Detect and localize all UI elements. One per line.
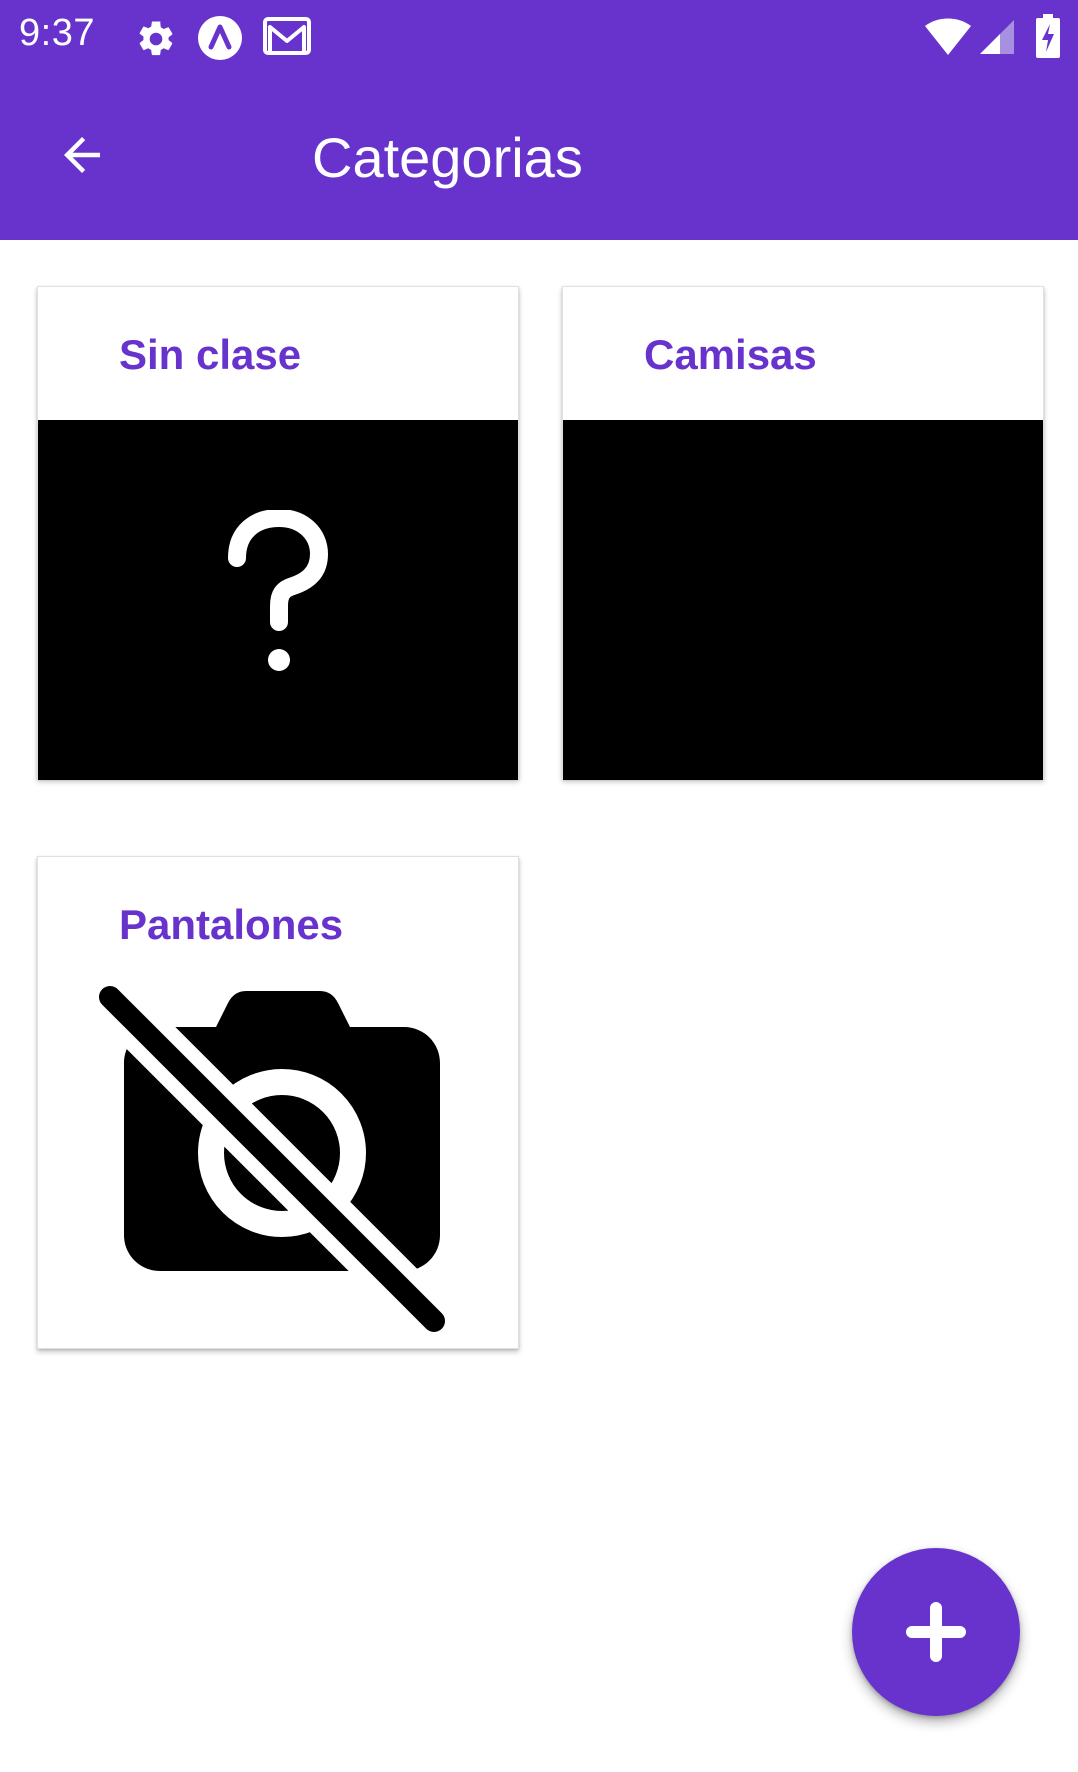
category-image (38, 420, 518, 780)
arrow-back-icon (55, 128, 109, 182)
category-name: Sin clase (119, 331, 302, 378)
app-bar: Categorias (0, 76, 1078, 240)
gmail-icon (262, 15, 312, 62)
category-card[interactable]: Camisas (562, 286, 1044, 780)
add-category-button[interactable] (852, 1548, 1020, 1716)
category-card[interactable]: Pantalones (37, 856, 519, 1349)
category-card[interactable]: Sin clase (37, 286, 519, 780)
no-photography-icon (98, 985, 468, 1350)
wifi-icon (924, 18, 972, 61)
signal-icon (978, 18, 1016, 61)
category-image (563, 420, 1043, 780)
add-icon (906, 1602, 966, 1662)
status-bar: 9:37 (0, 0, 1078, 76)
battery-charging-icon (1036, 14, 1060, 63)
question-mark-icon (223, 508, 335, 685)
back-button[interactable] (44, 117, 120, 193)
app-badge-icon (197, 15, 243, 66)
category-name: Camisas (644, 331, 817, 378)
status-time: 9:37 (19, 12, 95, 54)
category-name: Pantalones (119, 901, 344, 948)
settings-icon (135, 18, 177, 65)
page-title: Categorias (312, 126, 583, 189)
